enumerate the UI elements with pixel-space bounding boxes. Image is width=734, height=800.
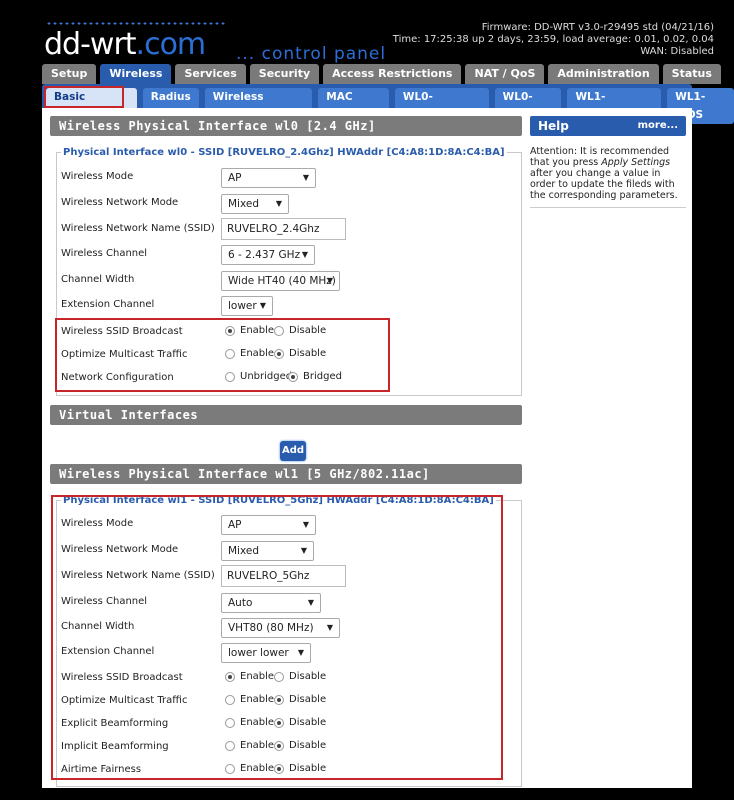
select-value: lower <box>228 300 257 312</box>
add-button[interactable]: Add <box>280 441 306 461</box>
tab-status[interactable]: Status <box>662 64 721 84</box>
tab-access-restrictions[interactable]: Access Restrictions <box>323 64 462 84</box>
highlight-wl0-radios <box>55 318 390 392</box>
chevron-down-icon: ▼ <box>302 173 309 182</box>
select-channel[interactable]: 6 - 2.437 GHz ▼ <box>221 245 315 265</box>
chevron-down-icon: ▼ <box>259 301 266 310</box>
ssid-input[interactable]: RUVELRO_2.4Ghz <box>221 218 346 240</box>
select-extension-channel[interactable]: lower ▼ <box>221 296 273 316</box>
highlight-wl1-section <box>51 495 503 780</box>
uptime-text: Time: 17:25:38 up 2 days, 23:59, load av… <box>392 34 714 45</box>
header: dd-wrt.com ... control panel Firmware: D… <box>18 18 714 64</box>
select-network-mode[interactable]: Mixed ▼ <box>221 194 289 214</box>
section-header-wl1: Wireless Physical Interface wl1 [5 GHz/8… <box>50 464 522 484</box>
help-text-part: after you change a value in order to upd… <box>530 168 678 201</box>
row-extension-channel: Extension Channel lower ▼ <box>57 296 521 316</box>
highlight-basic-settings <box>44 86 124 108</box>
tab-administration[interactable]: Administration <box>548 64 659 84</box>
label-wireless-mode: Wireless Mode <box>61 171 134 182</box>
tab-security[interactable]: Security <box>249 64 320 84</box>
help-title: Help <box>538 119 569 133</box>
row-wireless-mode: Wireless Mode AP ▼ <box>57 168 521 188</box>
tab-nat-qos[interactable]: NAT / QoS <box>465 64 545 84</box>
select-value: Mixed <box>228 198 259 210</box>
content-area: Wireless Physical Interface wl0 [2.4 GHz… <box>42 108 692 788</box>
help-more-link[interactable]: more... <box>638 116 678 136</box>
chevron-down-icon: ▼ <box>301 250 308 259</box>
logo: dd-wrt.com <box>44 27 207 62</box>
label-channel: Wireless Channel <box>61 248 148 259</box>
control-panel-label: ... control panel <box>236 44 387 64</box>
wan-status: WAN: Disabled <box>640 46 714 57</box>
section-header-virtual: Virtual Interfaces <box>50 405 522 425</box>
help-text-emphasis: Apply Settings <box>601 157 671 168</box>
select-wireless-mode[interactable]: AP ▼ <box>221 168 316 188</box>
section-header-wl0: Wireless Physical Interface wl0 [2.4 GHz… <box>50 116 522 136</box>
main-tabs: Setup Wireless Services Security Access … <box>42 64 721 84</box>
label-network-mode: Wireless Network Mode <box>61 197 179 208</box>
chevron-down-icon: ▼ <box>326 276 333 285</box>
tab-wireless[interactable]: Wireless <box>100 64 172 84</box>
firmware-info: Firmware: DD-WRT v3.0-r29495 std (04/21/… <box>393 22 714 58</box>
help-text: Attention: It is recommended that you pr… <box>530 146 686 208</box>
select-channel-width[interactable]: Wide HT40 (40 MHz) ▼ <box>221 271 340 291</box>
logo-main: dd-wrt <box>44 27 137 62</box>
label-channel-width: Channel Width <box>61 274 135 285</box>
logo-com: .com <box>135 27 207 62</box>
select-value: Wide HT40 (40 MHz) <box>228 275 336 287</box>
row-network-mode: Wireless Network Mode Mixed ▼ <box>57 194 521 214</box>
row-ssid: Wireless Network Name (SSID) RUVELRO_2.4… <box>57 218 521 240</box>
help-panel: Help more... Attention: It is recommended… <box>530 116 686 208</box>
firmware-text: Firmware: DD-WRT v3.0-r29495 std (04/21/… <box>481 22 714 33</box>
legend-wl0: Physical Interface wl0 - SSID [RUVELRO_2… <box>61 147 507 158</box>
row-channel: Wireless Channel 6 - 2.437 GHz ▼ <box>57 245 521 265</box>
left-column: Wireless Physical Interface wl0 [2.4 GHz… <box>50 116 522 787</box>
select-value: AP <box>228 172 242 184</box>
chevron-down-icon: ▼ <box>275 199 282 208</box>
row-channel-width: Channel Width Wide HT40 (40 MHz) ▼ <box>57 271 521 291</box>
tab-services[interactable]: Services <box>175 64 246 84</box>
tab-setup[interactable]: Setup <box>42 64 97 84</box>
help-header: Help more... <box>530 116 686 136</box>
label-ssid: Wireless Network Name (SSID) <box>61 223 215 234</box>
logo-dots <box>46 21 226 26</box>
select-value: 6 - 2.437 GHz <box>228 249 301 261</box>
label-extension-channel: Extension Channel <box>61 299 155 310</box>
